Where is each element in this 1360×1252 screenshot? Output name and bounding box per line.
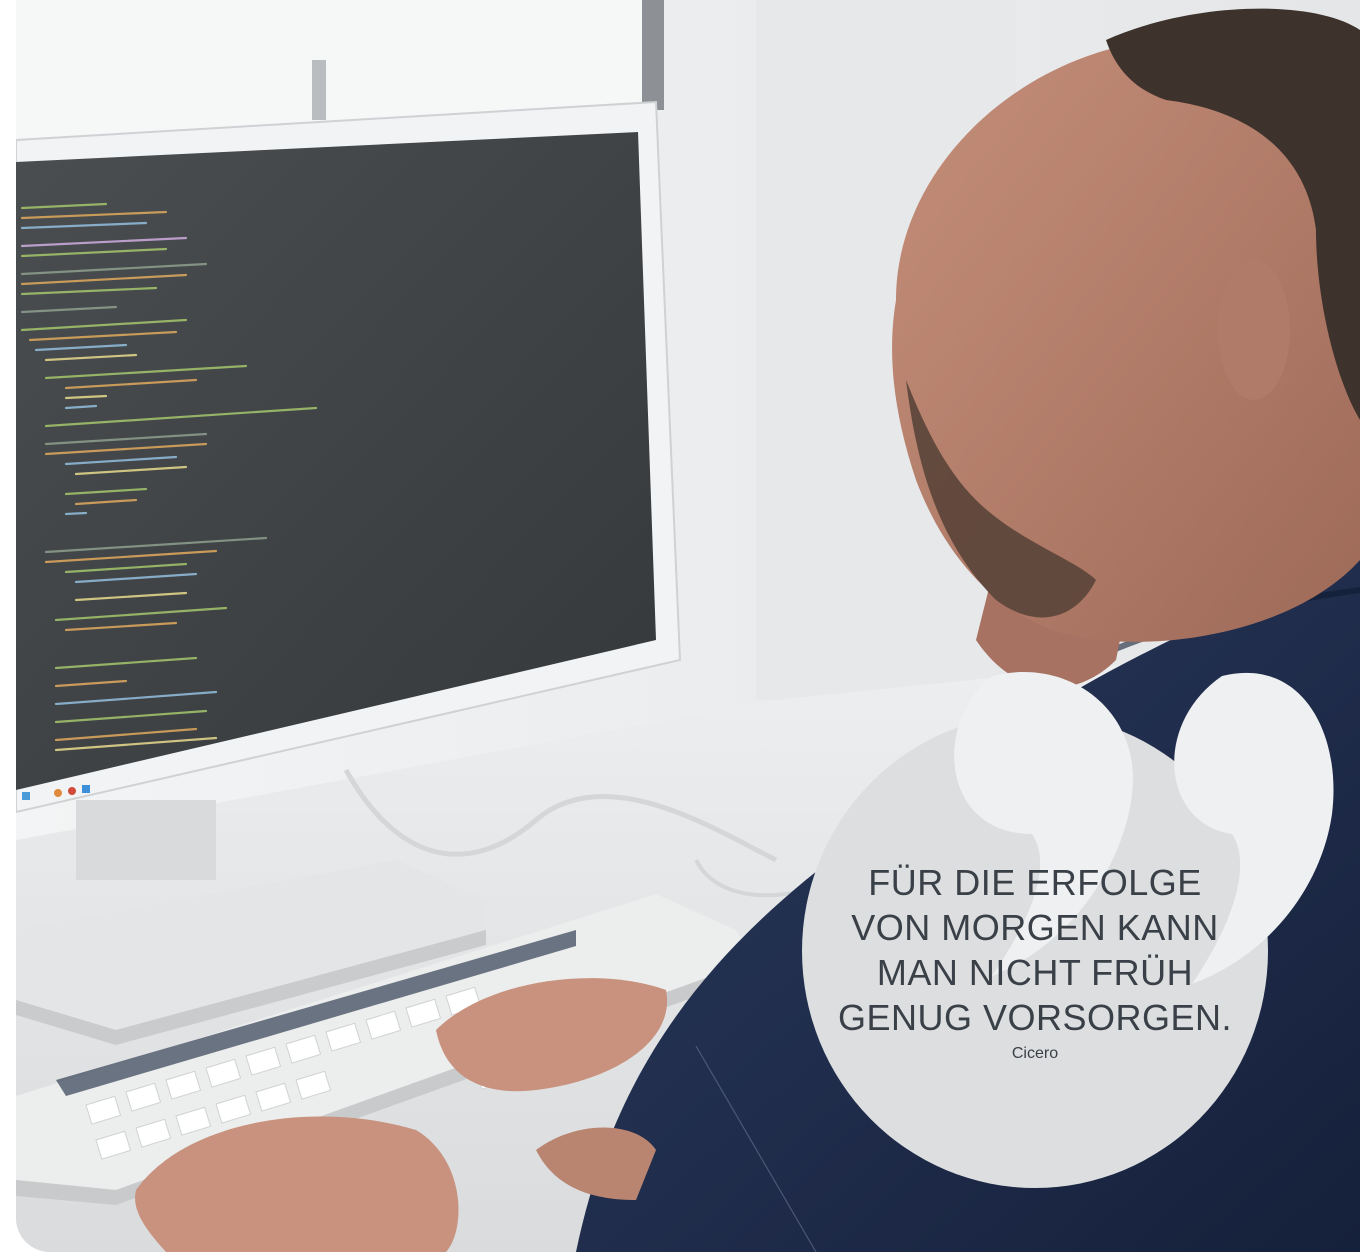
quote-line-2: VON MORGEN KANN [851,907,1219,948]
quote-author: Cicero [1011,1045,1059,1062]
page: FÜR DIE ERFOLGE VON MORGEN KANN MAN NICHT … [0,0,1360,1252]
quote-line-3: MAN NICHT FRÜH [876,952,1194,993]
quote-line-4: GENUG VORSORGEN. [837,997,1233,1038]
quote-text: FÜR DIE ERFOLGE VON MORGEN KANN MAN NICHT … [820,860,1250,1040]
quote-line-1: FÜR DIE ERFOLGE [868,862,1202,903]
quote-bubble: FÜR DIE ERFOLGE VON MORGEN KANN MAN NICHT … [802,672,1334,1188]
